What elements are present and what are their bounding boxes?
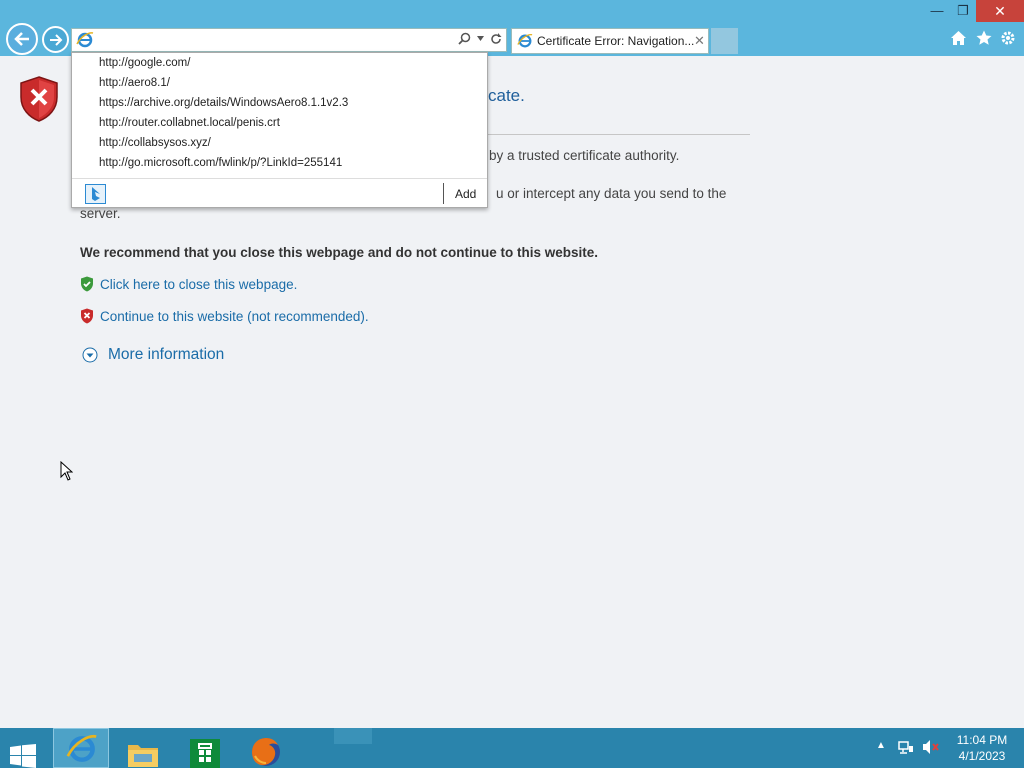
forward-arrow-icon	[49, 33, 62, 46]
refresh-icon[interactable]	[490, 32, 502, 45]
ie-tab-icon	[517, 33, 533, 48]
back-arrow-icon	[14, 32, 29, 46]
suggestion-item[interactable]: http://google.com/	[99, 57, 190, 69]
dropdown-vertical-divider	[443, 183, 444, 204]
expand-chevron-icon	[82, 347, 98, 363]
taskbar: ▲ 11:04 PM 4/1/2023	[0, 728, 1024, 768]
search-icon[interactable]	[458, 32, 471, 45]
gear-icon[interactable]	[1000, 30, 1016, 46]
close-webpage-link[interactable]: Click here to close this webpage.	[80, 276, 297, 292]
system-clock[interactable]: 11:04 PM 4/1/2023	[950, 732, 1014, 764]
volume-muted-icon[interactable]	[922, 739, 940, 755]
back-button[interactable]	[6, 23, 38, 55]
ie-page-icon	[76, 32, 94, 48]
clock-time: 11:04 PM	[956, 733, 1008, 747]
firefox-icon[interactable]	[250, 732, 282, 768]
address-autocomplete-dropdown: http://google.com/ http://aero8.1/ https…	[71, 52, 488, 208]
tab-title: Certificate Error: Navigation...	[537, 34, 695, 48]
dropdown-arrow-icon[interactable]	[477, 36, 484, 41]
suggestion-item[interactable]: http://collabsysos.xyz/	[99, 137, 211, 149]
continue-link[interactable]: Continue to this website (not recommende…	[80, 308, 369, 324]
address-bar[interactable]	[71, 28, 507, 52]
bing-icon	[92, 187, 100, 201]
suggestion-item[interactable]: http://go.microsoft.com/fwlink/p/?LinkId…	[99, 157, 342, 169]
mouse-cursor-icon	[60, 461, 73, 481]
forward-button[interactable]	[42, 26, 69, 53]
add-search-provider-button[interactable]: Add	[455, 187, 476, 201]
show-hidden-icons-icon[interactable]: ▲	[876, 740, 886, 751]
continue-label[interactable]: Continue to this website (not recommende…	[100, 309, 369, 324]
taskbar-placeholder	[334, 728, 372, 744]
store-icon[interactable]	[190, 734, 220, 768]
home-icon[interactable]	[950, 30, 967, 46]
file-explorer-icon[interactable]	[126, 734, 160, 768]
favorites-star-icon[interactable]	[976, 30, 992, 46]
red-shield-icon	[81, 308, 93, 324]
green-shield-icon	[81, 276, 93, 292]
browser-chrome: — ❐ ✕ Certificate Error: Navigation... ✕	[0, 0, 1024, 56]
internet-explorer-icon	[66, 734, 97, 762]
network-icon[interactable]	[898, 739, 914, 755]
start-icon[interactable]	[8, 736, 38, 768]
recommendation-text: We recommend that you close this webpage…	[80, 245, 599, 260]
more-information-label[interactable]: More information	[108, 346, 224, 364]
error-shield-icon	[20, 76, 58, 122]
paragraph-2-line-2: server.	[80, 206, 121, 221]
paragraph-1: by a trusted certificate authority.	[489, 148, 680, 163]
paragraph-2: u or intercept any data you send to the	[496, 186, 727, 201]
close-window-button[interactable]: ✕	[976, 0, 1024, 22]
tab-close-icon[interactable]: ✕	[694, 33, 705, 49]
suggestion-item[interactable]: http://router.collabnet.local/penis.crt	[99, 117, 280, 129]
more-information-toggle[interactable]: More information	[82, 346, 224, 364]
taskbar-ie-button[interactable]	[53, 728, 109, 768]
restore-button[interactable]: ❐	[948, 0, 978, 22]
tab-certificate-error[interactable]: Certificate Error: Navigation... ✕	[511, 28, 709, 54]
clock-date: 4/1/2023	[958, 749, 1006, 763]
new-tab-button[interactable]	[711, 28, 738, 54]
dropdown-divider	[72, 178, 487, 179]
suggestion-item[interactable]: https://archive.org/details/WindowsAero8…	[99, 97, 348, 109]
page-heading: cate.	[488, 86, 525, 105]
bing-search-provider[interactable]	[85, 184, 106, 204]
suggestion-item[interactable]: http://aero8.1/	[99, 77, 170, 89]
close-webpage-label[interactable]: Click here to close this webpage.	[100, 277, 297, 292]
